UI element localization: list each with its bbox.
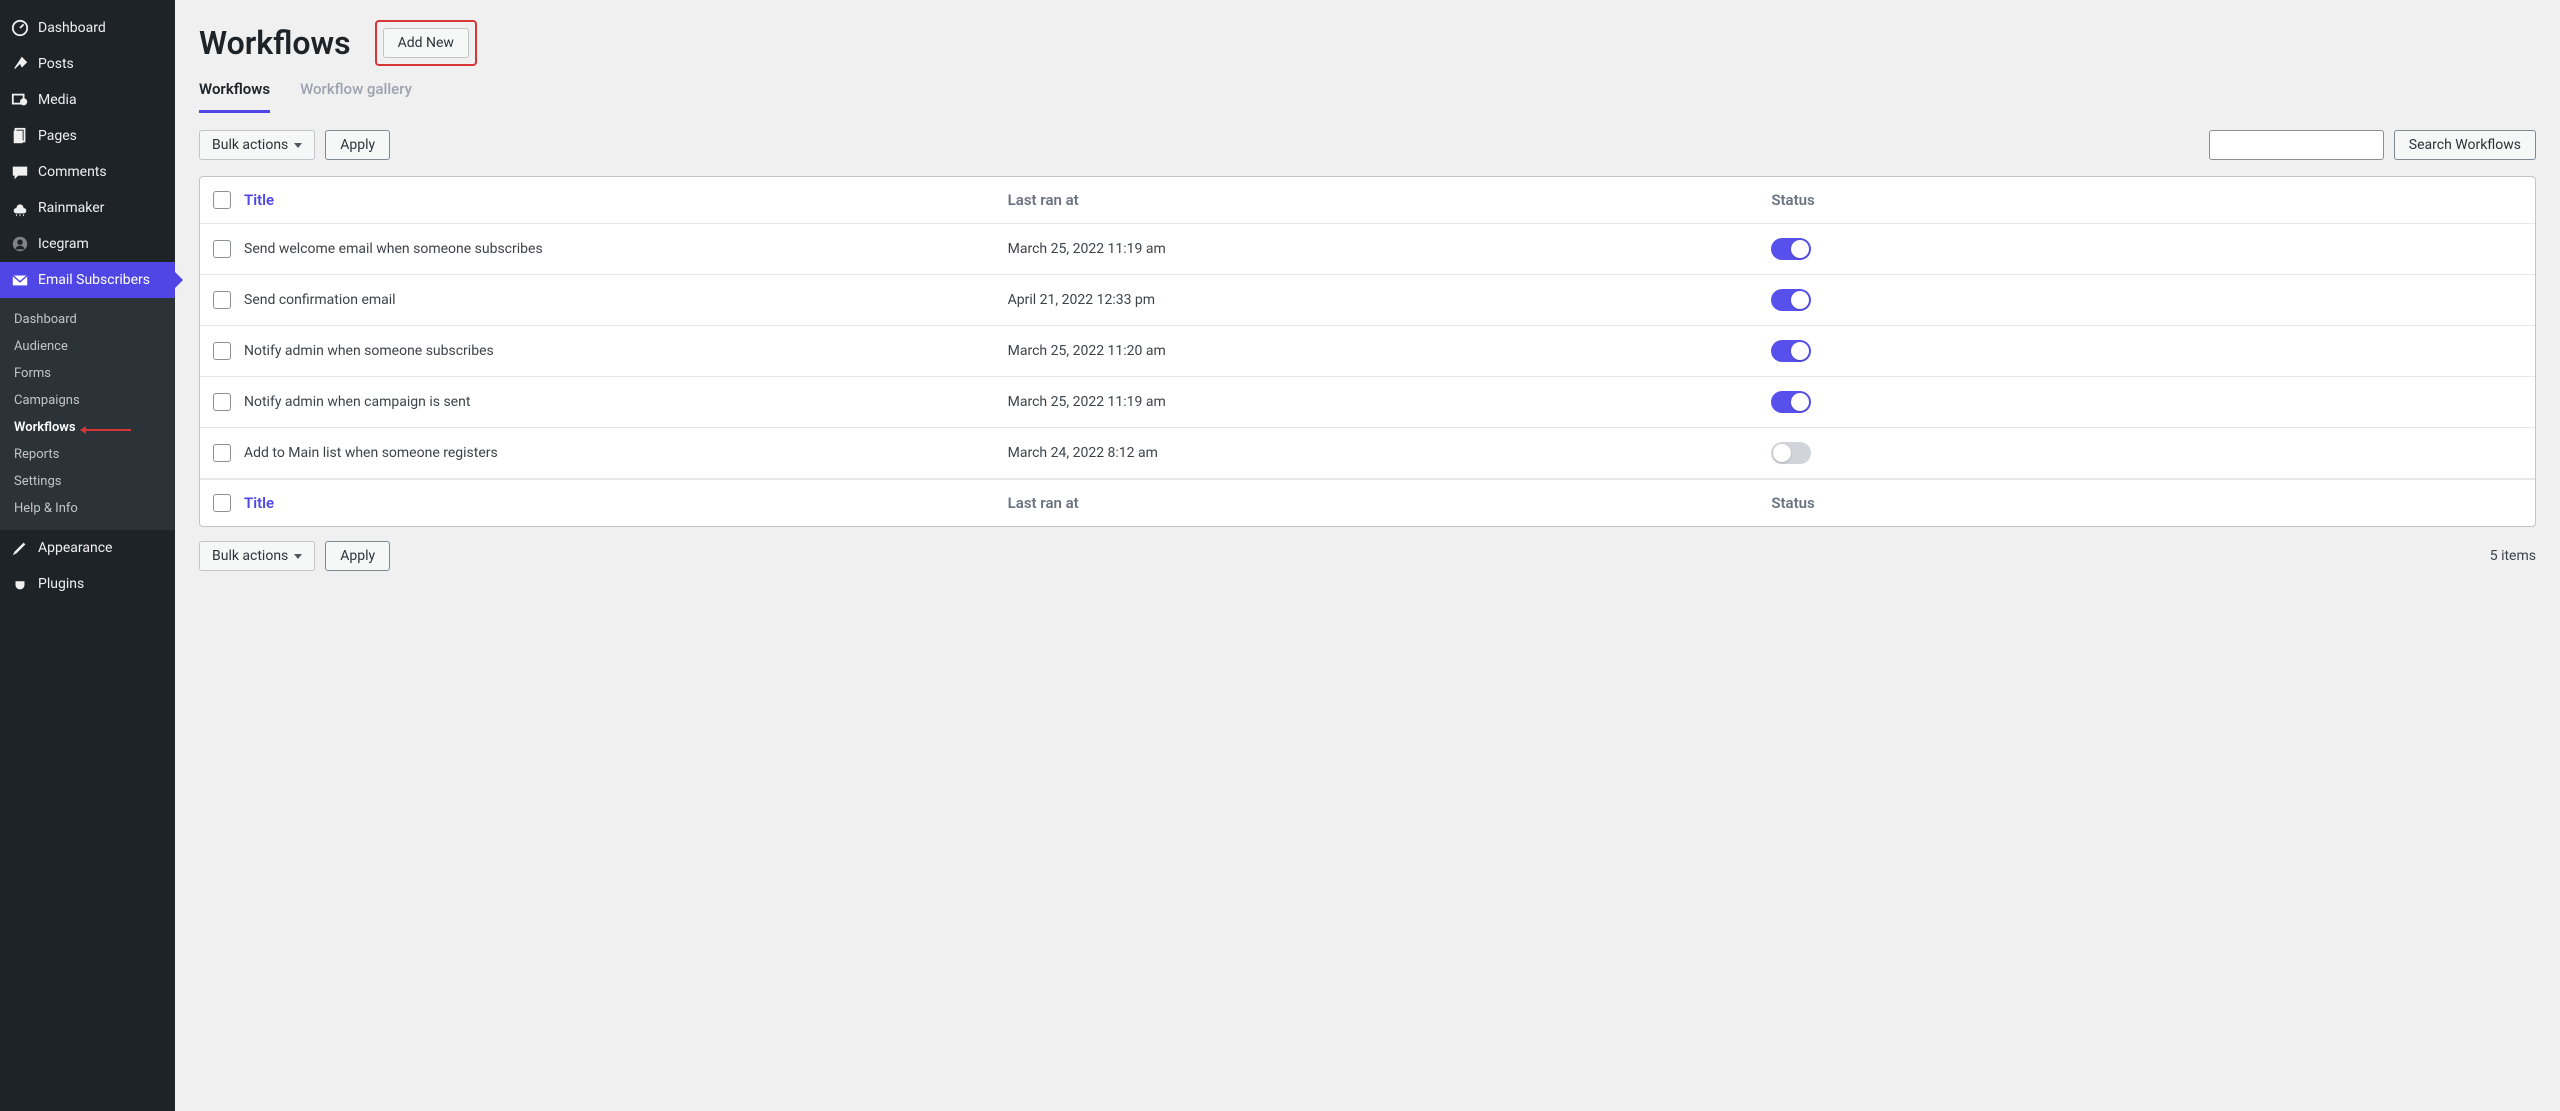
sidebar-label: Icegram — [38, 236, 89, 252]
row-checkbox[interactable] — [213, 240, 231, 258]
row-date: March 24, 2022 8:12 am — [1008, 445, 1772, 461]
sidebar-item-media[interactable]: Media — [0, 82, 175, 118]
th-status: Status — [1771, 191, 2535, 209]
page-header: Workflows Add New — [199, 20, 2536, 66]
user-icon — [10, 234, 30, 254]
row-title[interactable]: Add to Main list when someone registers — [244, 445, 1008, 461]
status-toggle[interactable] — [1771, 391, 1811, 413]
sidebar-item-icegram[interactable]: Icegram — [0, 226, 175, 262]
page-title: Workflows — [199, 24, 351, 62]
sidebar-item-pages[interactable]: Pages — [0, 118, 175, 154]
row-date: March 25, 2022 11:20 am — [1008, 343, 1772, 359]
row-title[interactable]: Send welcome email when someone subscrib… — [244, 241, 1008, 257]
table-row: Send welcome email when someone subscrib… — [200, 224, 2535, 275]
row-title[interactable]: Notify admin when campaign is sent — [244, 394, 1008, 410]
status-toggle[interactable] — [1771, 238, 1811, 260]
cloud-icon — [10, 198, 30, 218]
status-toggle[interactable] — [1771, 442, 1811, 464]
th-last-ran-bottom: Last ran at — [1008, 494, 1772, 512]
toolbar-bottom: Bulk actions Apply 5 items — [199, 541, 2536, 571]
th-title[interactable]: Title — [244, 191, 1008, 209]
sidebar-item-rainmaker[interactable]: Rainmaker — [0, 190, 175, 226]
add-new-button[interactable]: Add New — [383, 28, 469, 58]
row-title[interactable]: Send confirmation email — [244, 292, 1008, 308]
sidebar: Dashboard Posts Media Pages Comments Rai… — [0, 0, 175, 1111]
select-all-checkbox-bottom[interactable] — [213, 494, 231, 512]
sidebar-item-comments[interactable]: Comments — [0, 154, 175, 190]
bulk-actions-select-bottom[interactable]: Bulk actions — [199, 541, 315, 571]
row-date: March 25, 2022 11:19 am — [1008, 394, 1772, 410]
toolbar-top: Bulk actions Apply Search Workflows — [199, 130, 2536, 160]
row-checkbox[interactable] — [213, 342, 231, 360]
comment-icon — [10, 162, 30, 182]
submenu-settings[interactable]: Settings — [0, 468, 175, 495]
plug-icon — [10, 574, 30, 594]
row-date: April 21, 2022 12:33 pm — [1008, 292, 1772, 308]
sidebar-item-plugins[interactable]: Plugins — [0, 566, 175, 602]
sidebar-label: Posts — [38, 56, 74, 72]
table-row: Notify admin when campaign is sent March… — [200, 377, 2535, 428]
th-last-ran: Last ran at — [1008, 191, 1772, 209]
tab-workflows[interactable]: Workflows — [199, 80, 270, 113]
submenu-forms[interactable]: Forms — [0, 360, 175, 387]
submenu-campaigns[interactable]: Campaigns — [0, 387, 175, 414]
apply-button-bottom[interactable]: Apply — [325, 541, 390, 571]
page-icon — [10, 126, 30, 146]
brush-icon — [10, 538, 30, 558]
th-title-bottom[interactable]: Title — [244, 494, 1008, 512]
sidebar-label: Email Subscribers — [38, 272, 150, 288]
items-count: 5 items — [2490, 548, 2536, 564]
tab-workflow-gallery[interactable]: Workflow gallery — [300, 80, 412, 113]
table-row: Add to Main list when someone registers … — [200, 428, 2535, 479]
pin-icon — [10, 54, 30, 74]
th-status-bottom: Status — [1771, 494, 2535, 512]
sidebar-item-email-subscribers[interactable]: Email Subscribers — [0, 262, 175, 298]
row-date: March 25, 2022 11:19 am — [1008, 241, 1772, 257]
table-footer: Title Last ran at Status — [200, 479, 2535, 526]
sidebar-label: Media — [38, 92, 77, 108]
media-icon — [10, 90, 30, 110]
submenu-audience[interactable]: Audience — [0, 333, 175, 360]
apply-button-top[interactable]: Apply — [325, 130, 390, 160]
email-icon — [10, 270, 30, 290]
row-checkbox[interactable] — [213, 444, 231, 462]
sidebar-item-dashboard[interactable]: Dashboard — [0, 10, 175, 46]
select-all-checkbox[interactable] — [213, 191, 231, 209]
sidebar-label: Rainmaker — [38, 200, 104, 216]
submenu-reports[interactable]: Reports — [0, 441, 175, 468]
table-header: Title Last ran at Status — [200, 177, 2535, 224]
dashboard-icon — [10, 18, 30, 38]
chevron-down-icon — [294, 554, 302, 559]
submenu-help[interactable]: Help & Info — [0, 495, 175, 522]
search-input[interactable] — [2209, 130, 2384, 160]
submenu-workflows[interactable]: Workflows — [0, 414, 175, 441]
main-content: Workflows Add New Workflows Workflow gal… — [175, 0, 2560, 1111]
status-toggle[interactable] — [1771, 289, 1811, 311]
row-checkbox[interactable] — [213, 393, 231, 411]
row-checkbox[interactable] — [213, 291, 231, 309]
bulk-actions-select[interactable]: Bulk actions — [199, 130, 315, 160]
table-row: Send confirmation email April 21, 2022 1… — [200, 275, 2535, 326]
sidebar-label: Pages — [38, 128, 77, 144]
sidebar-label: Appearance — [38, 540, 112, 556]
add-new-highlight: Add New — [375, 20, 477, 66]
sidebar-label: Plugins — [38, 576, 84, 592]
submenu-dashboard[interactable]: Dashboard — [0, 306, 175, 333]
tabs: Workflows Workflow gallery — [199, 80, 2536, 114]
table-row: Notify admin when someone subscribes Mar… — [200, 326, 2535, 377]
sidebar-label: Dashboard — [38, 20, 106, 36]
workflows-table: Title Last ran at Status Send welcome em… — [199, 176, 2536, 527]
sidebar-label: Comments — [38, 164, 107, 180]
sidebar-item-appearance[interactable]: Appearance — [0, 530, 175, 566]
arrow-indicator-icon — [86, 420, 131, 435]
row-title[interactable]: Notify admin when someone subscribes — [244, 343, 1008, 359]
chevron-down-icon — [294, 143, 302, 148]
status-toggle[interactable] — [1771, 340, 1811, 362]
submenu: Dashboard Audience Forms Campaigns Workf… — [0, 298, 175, 530]
search-button[interactable]: Search Workflows — [2394, 130, 2536, 160]
sidebar-item-posts[interactable]: Posts — [0, 46, 175, 82]
